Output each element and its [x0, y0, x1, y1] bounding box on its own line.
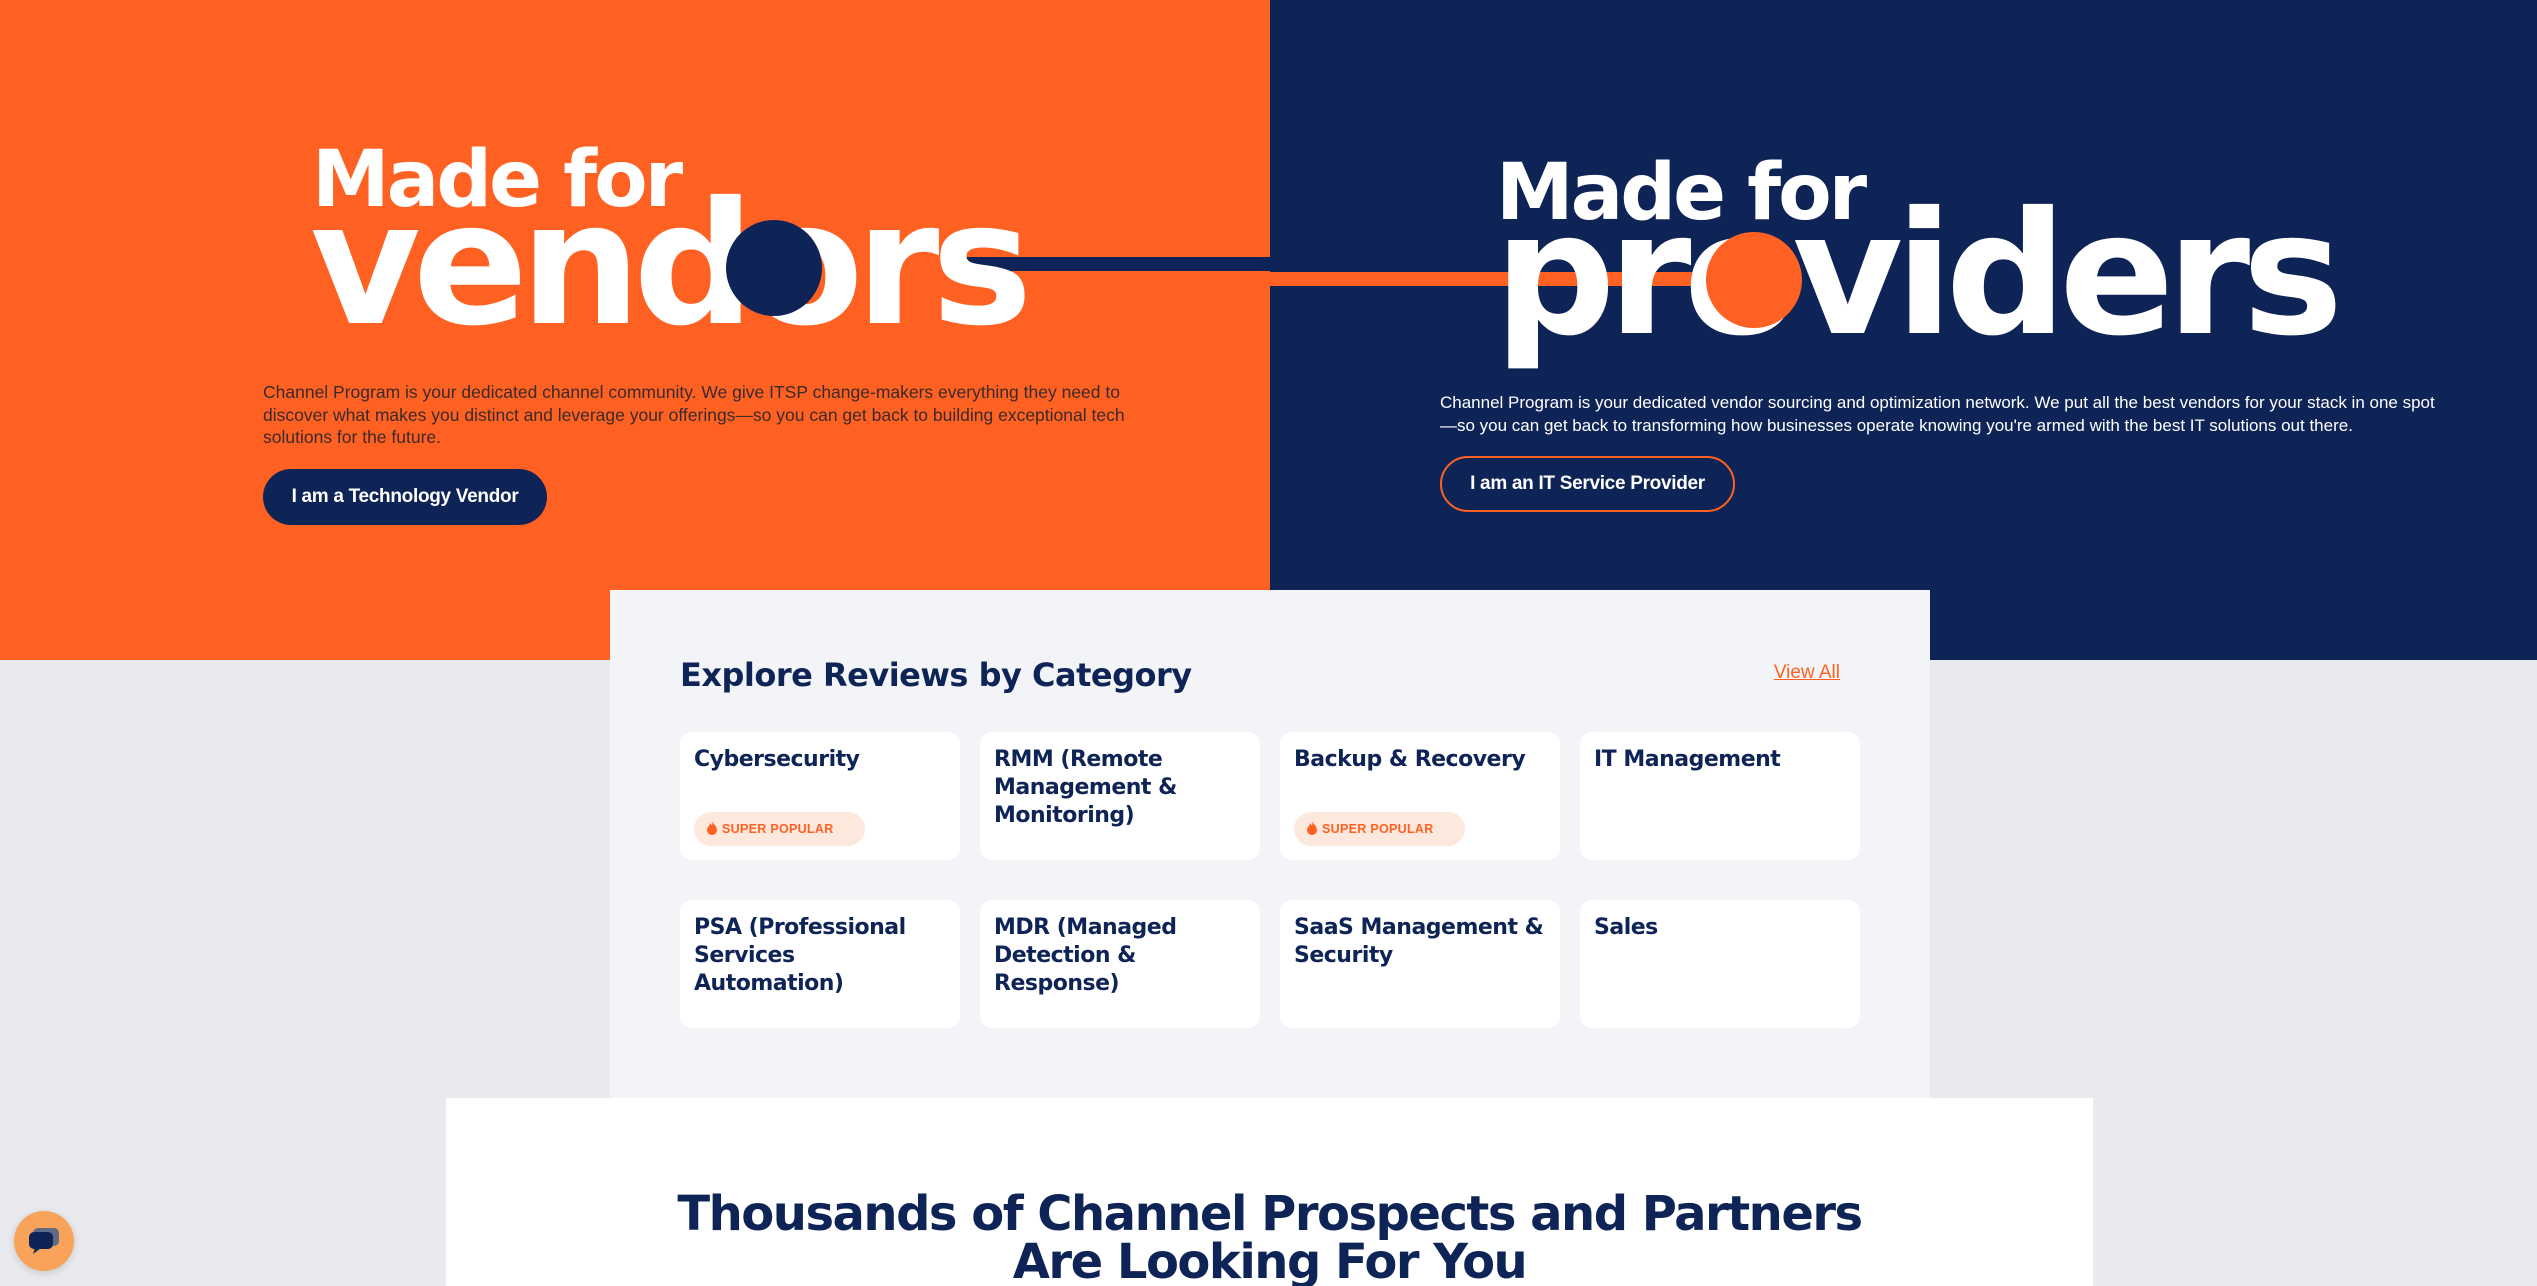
providers-headline-big: providers: [1494, 176, 2343, 374]
category-title: PSA (Professional Services Automation): [694, 915, 906, 996]
prospects-section: Thousands of Channel Prospects and Partn…: [446, 1098, 2093, 1286]
category-title: SaaS Management & Security: [1294, 915, 1544, 968]
explore-title: Explore Reviews by Category: [680, 656, 1192, 694]
view-all-link[interactable]: View All: [1774, 662, 1840, 684]
category-title: Sales: [1594, 915, 1658, 940]
category-card-psa[interactable]: PSA (Professional Services Automation): [680, 900, 960, 1028]
category-title: Cybersecurity: [694, 747, 860, 772]
super-popular-badge: SUPER POPULAR: [694, 812, 865, 846]
category-title: RMM (Remote Management & Monitoring): [994, 747, 1177, 828]
providers-description: Channel Program is your dedicated vendor…: [1440, 393, 2435, 435]
category-title: MDR (Managed Detection & Response): [994, 915, 1177, 996]
category-card-saas-management[interactable]: SaaS Management & Security: [1280, 900, 1560, 1028]
category-title: Backup & Recovery: [1294, 747, 1526, 772]
chat-icon: [29, 1228, 59, 1254]
badge-label: SUPER POPULAR: [1322, 822, 1434, 836]
flame-icon: [1307, 821, 1317, 835]
vendors-dot-graphic: [726, 220, 822, 316]
technology-vendor-button[interactable]: I am a Technology Vendor: [263, 469, 547, 525]
category-card-it-management[interactable]: IT Management: [1580, 732, 1860, 860]
it-service-provider-button[interactable]: I am an IT Service Provider: [1440, 456, 1735, 512]
prospects-title: Thousands of Channel Prospects and Partn…: [446, 1190, 2093, 1286]
badge-label: SUPER POPULAR: [722, 822, 834, 836]
category-card-cybersecurity[interactable]: Cybersecurity SUPER POPULAR: [680, 732, 960, 860]
vendors-description: Channel Program is your dedicated channe…: [263, 382, 1125, 447]
category-card-rmm[interactable]: RMM (Remote Management & Monitoring): [980, 732, 1260, 860]
category-card-backup-recovery[interactable]: Backup & Recovery SUPER POPULAR: [1280, 732, 1560, 860]
providers-dot-graphic: [1706, 232, 1802, 328]
category-card-mdr[interactable]: MDR (Managed Detection & Response): [980, 900, 1260, 1028]
category-card-sales[interactable]: Sales: [1580, 900, 1860, 1028]
prospects-title-line2: Are Looking For You: [1012, 1234, 1528, 1286]
explore-reviews-section: Explore Reviews by Category View All Cyb…: [610, 590, 1930, 1098]
category-title: IT Management: [1594, 747, 1781, 772]
vendors-headline-big: vendors: [310, 166, 1033, 364]
flame-icon: [707, 821, 717, 835]
chat-widget-button[interactable]: [14, 1211, 74, 1271]
super-popular-badge: SUPER POPULAR: [1294, 812, 1465, 846]
